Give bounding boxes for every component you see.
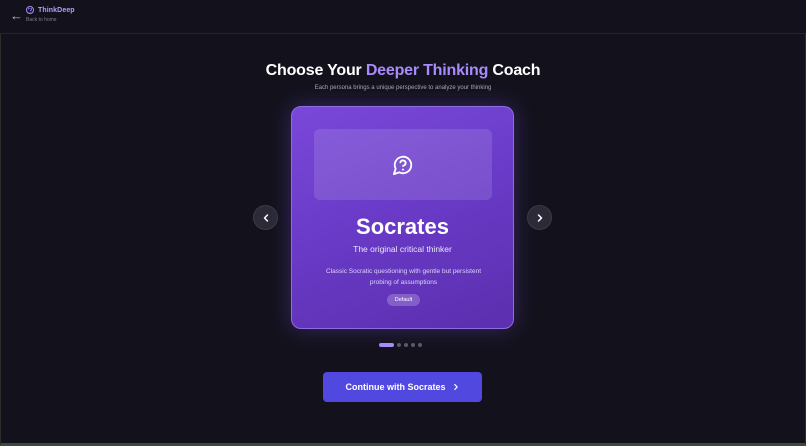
- carousel-pagination: [379, 343, 422, 347]
- persona-card[interactable]: Socrates The original critical thinker C…: [291, 106, 514, 329]
- chevron-left-icon: [263, 213, 268, 222]
- carousel-dot[interactable]: [411, 343, 415, 347]
- carousel-dot[interactable]: [379, 343, 394, 347]
- continue-button-label: Continue with Socrates: [345, 382, 446, 392]
- persona-media: [314, 129, 492, 200]
- chevron-right-icon: [453, 384, 458, 390]
- default-badge: Default: [387, 294, 420, 306]
- top-bar: ← ThinkDeep Back to home: [0, 0, 806, 34]
- carousel-prev-button[interactable]: [253, 205, 278, 230]
- title-suffix: Coach: [488, 62, 541, 79]
- carousel-next-button[interactable]: [527, 205, 552, 230]
- message-question-icon: [392, 155, 413, 175]
- title-prefix: Choose Your: [265, 62, 366, 79]
- title-accent: Deeper Thinking: [365, 62, 489, 79]
- page-subtitle: Each persona brings a unique perspective…: [314, 85, 492, 91]
- chevron-right-icon: [537, 213, 542, 222]
- brand-block: ThinkDeep Back to home: [26, 6, 75, 23]
- back-to-home-link[interactable]: Back to home: [26, 17, 75, 23]
- carousel-dot[interactable]: [404, 343, 408, 347]
- persona-name: Socrates: [356, 214, 449, 239]
- carousel-dot[interactable]: [418, 343, 422, 347]
- persona-description: Classic Socratic questioning with gentle…: [326, 268, 481, 286]
- brand-name: ThinkDeep: [38, 6, 75, 14]
- brand-row[interactable]: ThinkDeep: [26, 6, 75, 14]
- page-title: Choose Your Deeper Thinking Coach: [0, 62, 806, 80]
- persona-tagline: The original critical thinker: [353, 244, 452, 254]
- carousel-dot[interactable]: [397, 343, 401, 347]
- brand-logo-icon: [26, 6, 34, 14]
- continue-button[interactable]: Continue with Socrates: [323, 372, 482, 402]
- back-arrow-icon[interactable]: ←: [10, 9, 24, 23]
